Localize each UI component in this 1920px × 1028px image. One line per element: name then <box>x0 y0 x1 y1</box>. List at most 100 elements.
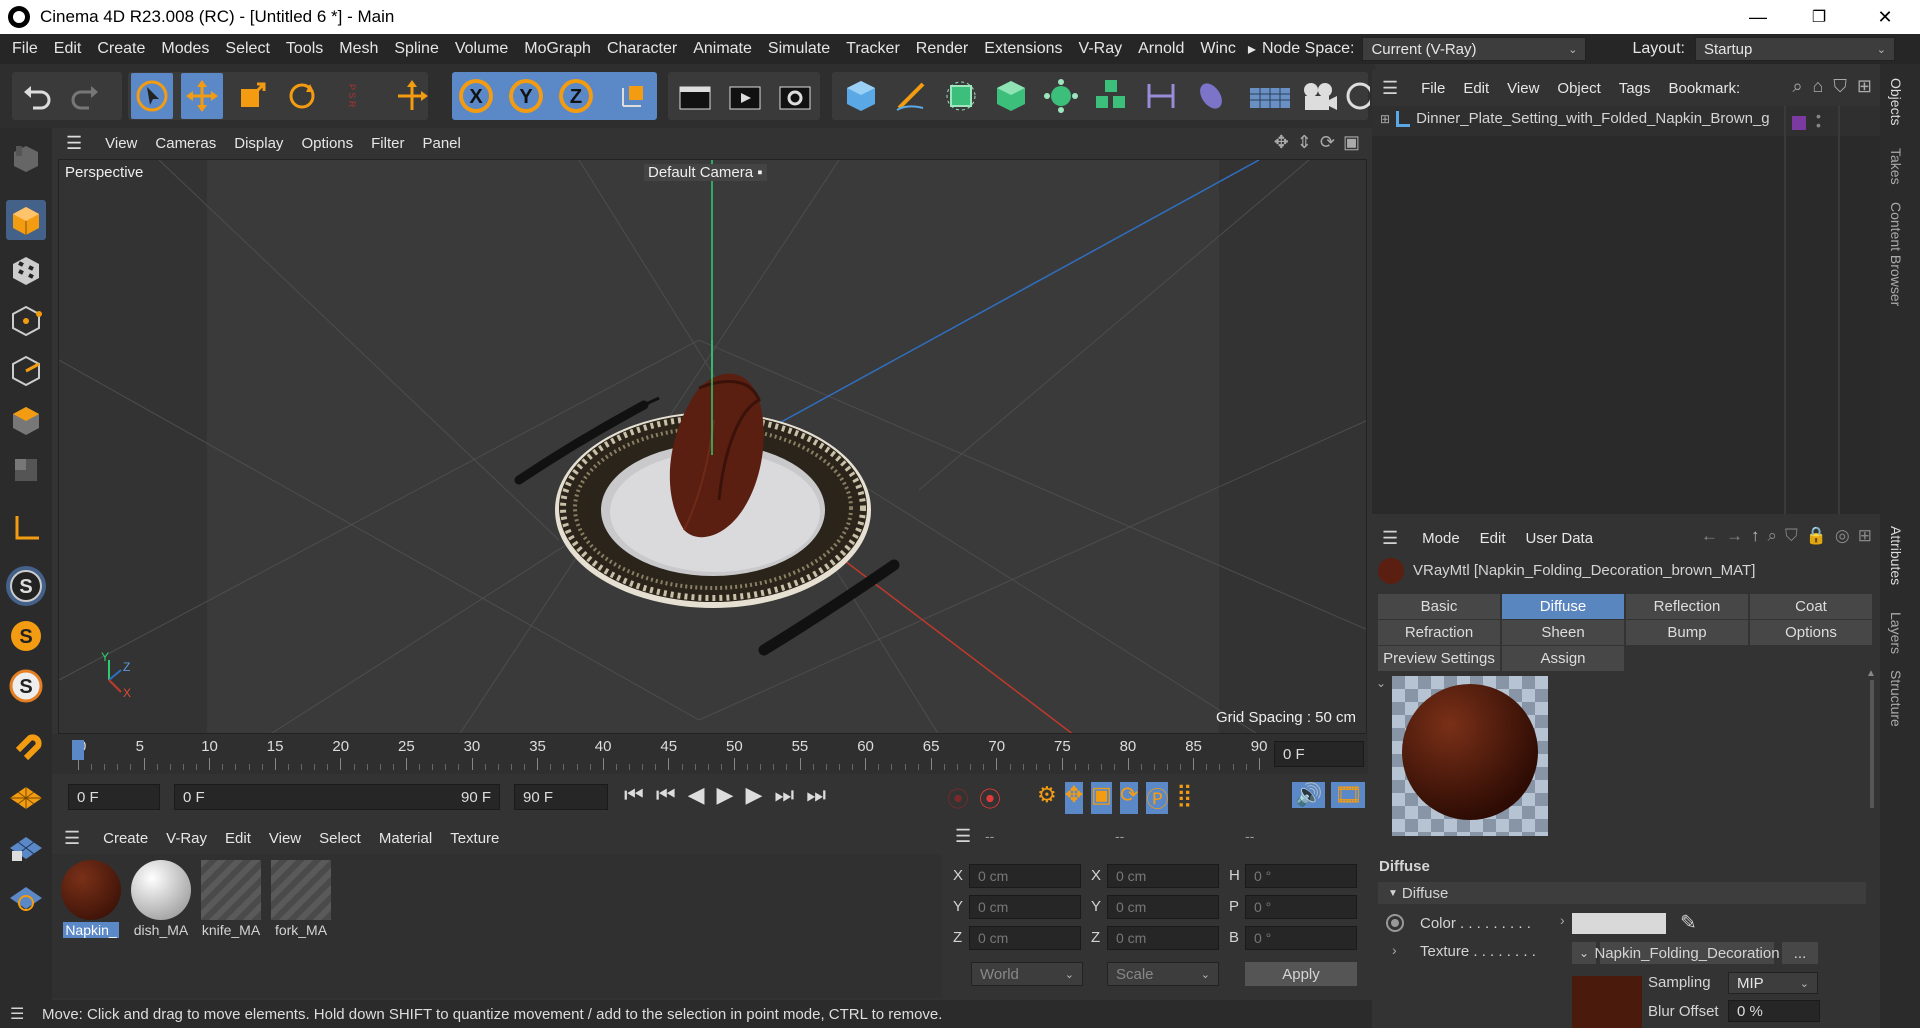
menu-mesh[interactable]: Mesh <box>331 40 386 58</box>
menu-simulate[interactable]: Simulate <box>760 40 838 58</box>
record-icon[interactable]: ⦿ <box>947 782 969 814</box>
hamburger-icon[interactable]: ☰ <box>66 133 82 154</box>
tab-diffuse[interactable]: Diffuse <box>1502 594 1624 619</box>
coord-value-field[interactable]: 0 cm <box>969 926 1081 950</box>
visibility-dots-icon[interactable]: • • <box>1816 109 1821 132</box>
key-position-icon[interactable]: ✥ <box>1064 782 1084 814</box>
sampling-dropdown[interactable]: MIP ⌄ <box>1728 972 1818 994</box>
hamburger-icon[interactable]: ☰ <box>1382 78 1398 99</box>
frame-range-slider[interactable]: 0 F 90 F <box>174 784 500 810</box>
render-region-icon[interactable] <box>674 73 716 119</box>
restore-button[interactable]: ❐ <box>1796 0 1842 34</box>
material-menu-create[interactable]: Create <box>94 830 157 847</box>
material-name[interactable]: dish_MA <box>134 922 188 938</box>
layer-color-tag[interactable] <box>1792 116 1806 130</box>
menu-render[interactable]: Render <box>908 40 976 58</box>
expand-chevron-icon[interactable]: › <box>1560 912 1565 928</box>
symmetry-icon[interactable] <box>1140 73 1182 119</box>
filter-icon[interactable]: ⛉ <box>1785 526 1798 546</box>
tab-basic[interactable]: Basic <box>1378 594 1500 619</box>
current-frame-field[interactable]: 0 F <box>1274 741 1364 767</box>
viewport-menu-filter[interactable]: Filter <box>362 135 413 152</box>
hamburger-icon[interactable]: ☰ <box>1382 528 1398 549</box>
tab-refraction[interactable]: Refraction <box>1378 620 1500 645</box>
coord-value-field[interactable]: 0 cm <box>969 895 1081 919</box>
tab-objects[interactable]: Objects <box>1888 78 1904 125</box>
attributes-menu-edit[interactable]: Edit <box>1470 530 1516 547</box>
new-panel-icon[interactable]: ⊞ <box>1858 526 1872 546</box>
key-scale-icon[interactable]: ▣ <box>1091 782 1112 814</box>
object-menu-edit[interactable]: Edit <box>1454 80 1498 97</box>
coord-value-field[interactable]: 0 cm <box>1107 895 1219 919</box>
tab-reflection[interactable]: Reflection <box>1626 594 1748 619</box>
menu-spline[interactable]: Spline <box>386 40 446 58</box>
color-swatch[interactable] <box>1572 913 1666 934</box>
menu-tools[interactable]: Tools <box>278 40 331 58</box>
object-row[interactable]: ⊞ Dinner_Plate_Setting_with_Folded_Napki… <box>1380 110 1770 127</box>
menu-arnold[interactable]: Arnold <box>1130 40 1192 58</box>
object-menu-bookmark-[interactable]: Bookmark: <box>1659 80 1749 97</box>
viewport-menu-display[interactable]: Display <box>225 135 292 152</box>
animate-param-icon[interactable] <box>1386 914 1404 932</box>
previous-key-icon[interactable]: ⏮ <box>656 782 676 808</box>
x-axis-icon[interactable]: X <box>455 73 497 119</box>
scale-icon[interactable] <box>231 73 273 119</box>
go-to-end-icon[interactable]: ⏭ <box>806 782 826 808</box>
make-editable-icon[interactable] <box>6 138 46 178</box>
object-name[interactable]: Dinner_Plate_Setting_with_Folded_Napkin_… <box>1416 110 1770 127</box>
material-name[interactable]: fork_MA <box>275 922 327 938</box>
expand-chevron-icon[interactable]: › <box>1392 942 1397 958</box>
deformer-icon[interactable] <box>1190 73 1232 119</box>
camera-label[interactable]: Default Camera ▪ <box>644 164 767 181</box>
transform-icon[interactable] <box>391 73 433 119</box>
node-space-dropdown[interactable]: Current (V-Ray) ⌄ <box>1362 37 1587 61</box>
coordinate-system-icon[interactable] <box>610 73 652 119</box>
material-menu-view[interactable]: View <box>260 830 310 847</box>
viewport-menu-cameras[interactable]: Cameras <box>146 135 225 152</box>
material-menu-material[interactable]: Material <box>370 830 441 847</box>
render-view-icon[interactable] <box>724 73 766 119</box>
object-menu-tags[interactable]: Tags <box>1610 80 1660 97</box>
object-menu-object[interactable]: Object <box>1548 80 1609 97</box>
tab-bump[interactable]: Bump <box>1626 620 1748 645</box>
layout-dropdown[interactable]: Startup ⌄ <box>1694 37 1895 61</box>
model-mode-icon[interactable] <box>6 200 46 240</box>
render-settings-icon[interactable] <box>774 73 816 119</box>
menu-volume[interactable]: Volume <box>447 40 516 58</box>
key-pla-icon[interactable]: ⣿ <box>1176 782 1192 814</box>
edge-mode-icon[interactable] <box>6 350 46 390</box>
perspective-viewport[interactable]: Perspective Default Camera ▪ Y Z X Grid … <box>58 159 1367 734</box>
attributes-menu-mode[interactable]: Mode <box>1412 530 1470 547</box>
coord-value-field[interactable]: 0 cm <box>1107 864 1219 888</box>
menu-mograph[interactable]: MoGraph <box>516 40 599 58</box>
up-arrow-icon[interactable]: ↑ <box>1751 526 1760 546</box>
tab-sheen[interactable]: Sheen <box>1502 620 1624 645</box>
light-icon[interactable] <box>1340 73 1370 119</box>
menu-create[interactable]: Create <box>89 40 153 58</box>
attributes-menu-user-data[interactable]: User Data <box>1516 530 1604 547</box>
apply-button[interactable]: Apply <box>1245 962 1357 986</box>
next-frame-icon[interactable]: ▶ <box>745 782 762 808</box>
tab-takes[interactable]: Takes <box>1888 148 1904 185</box>
menu-extensions[interactable]: Extensions <box>976 40 1070 58</box>
redo-icon[interactable] <box>64 73 106 119</box>
start-frame-field[interactable]: 0 F <box>68 784 160 810</box>
viewport-menu-view[interactable]: View <box>96 135 146 152</box>
polygon-mode-icon[interactable] <box>6 400 46 440</box>
menu-file[interactable]: File <box>4 40 46 58</box>
cloner-icon[interactable] <box>1040 73 1082 119</box>
texture-name-button[interactable]: Napkin_Folding_Decoration <box>1594 942 1780 964</box>
object-menu-file[interactable]: File <box>1412 80 1454 97</box>
menu-tracker[interactable]: Tracker <box>838 40 908 58</box>
home-icon[interactable]: ⌂ <box>1813 76 1824 97</box>
axis-mode-icon[interactable] <box>6 508 46 548</box>
material-menu-v-ray[interactable]: V-Ray <box>157 830 216 847</box>
minimize-button[interactable]: — <box>1735 0 1781 34</box>
forward-arrow-icon[interactable]: → <box>1726 526 1743 546</box>
key-rotation-icon[interactable]: ⟳ <box>1119 782 1139 814</box>
blur-offset-field[interactable]: 0 % <box>1728 1000 1820 1022</box>
expand-icon[interactable]: ⊞ <box>1380 112 1390 126</box>
menu-winc[interactable]: Winc <box>1192 40 1244 58</box>
snap-s3-icon[interactable]: S <box>6 666 46 706</box>
undo-icon[interactable] <box>16 73 58 119</box>
